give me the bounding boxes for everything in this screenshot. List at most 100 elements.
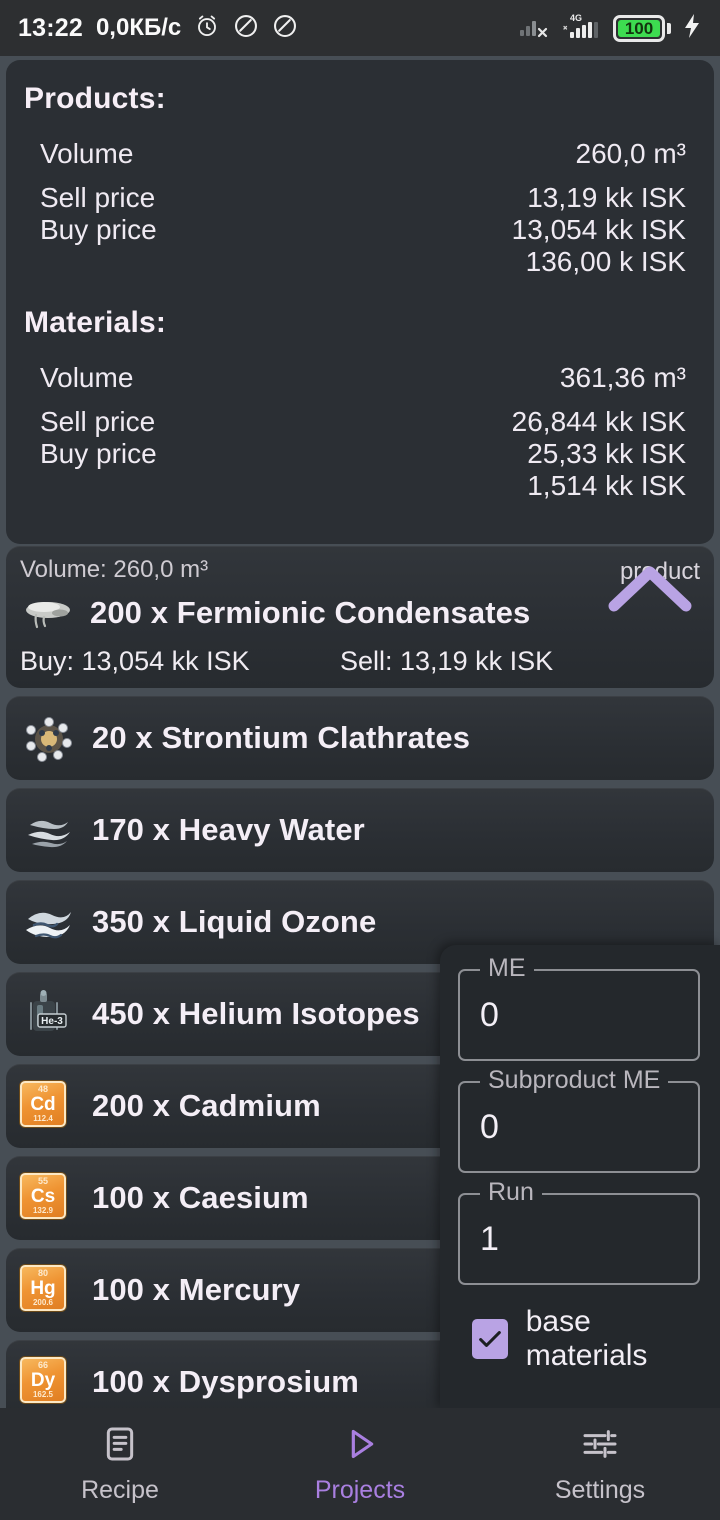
row-value: 1,514 kk ISK xyxy=(527,470,686,501)
nav-label: Settings xyxy=(554,1475,646,1504)
battery-indicator: 100 xyxy=(613,14,671,42)
product-tag-label: product xyxy=(619,558,700,585)
me-label: ME xyxy=(480,954,534,983)
element-symbol: Cd xyxy=(30,1094,56,1115)
check-icon xyxy=(479,1331,501,1347)
cadmium-element-icon: 48 Cd 112.4 xyxy=(20,1081,78,1131)
row-label: Buy price xyxy=(40,438,157,469)
row-value: 26,844 kk ISK xyxy=(511,406,686,437)
parameters-panel: 0 ME 0 Subproduct ME 1 Run base material… xyxy=(440,945,720,1410)
materials-volume-row: Volume 361,36 m³ xyxy=(24,362,696,394)
row-label: Volume xyxy=(40,362,134,393)
element-mass: 112.4 xyxy=(33,1114,53,1123)
element-number: 66 xyxy=(37,1360,48,1370)
element-symbol: Dy xyxy=(30,1370,56,1391)
signal-no-service-icon xyxy=(519,13,551,44)
row-label: Volume xyxy=(40,138,134,169)
row-value: 25,33 kk ISK xyxy=(527,438,686,469)
subproduct-me-field[interactable]: 0 Subproduct ME xyxy=(458,1066,700,1173)
subproduct-me-value[interactable]: 0 xyxy=(480,1108,499,1147)
element-symbol: Cs xyxy=(30,1186,56,1207)
mercury-element-icon: 80 Hg 200.6 xyxy=(20,1265,78,1315)
signal-bars-icon: 4G xyxy=(562,11,602,46)
caesium-element-icon: 55 Cs 132.9 xyxy=(20,1173,78,1223)
base-materials-checkbox[interactable] xyxy=(472,1319,508,1359)
product-name: 200 x Fermionic Condensates xyxy=(90,595,531,630)
item-name: 100 x Caesium xyxy=(92,1180,309,1215)
products-section-title: Products: xyxy=(24,82,166,115)
dysprosium-element-icon: 66 Dy 162.5 xyxy=(20,1357,78,1407)
battery-tip xyxy=(667,22,671,34)
liquid-ozone-icon xyxy=(20,897,78,947)
svg-text:4G: 4G xyxy=(570,13,582,23)
me-value[interactable]: 0 xyxy=(480,996,499,1035)
row-value: 13,054 kk ISK xyxy=(511,214,686,245)
do-not-disturb-icon xyxy=(272,13,298,44)
materials-section-title: Materials: xyxy=(24,306,167,339)
document-list-icon xyxy=(106,1427,134,1460)
heavy-water-icon xyxy=(20,805,78,855)
run-value[interactable]: 1 xyxy=(480,1220,499,1259)
status-time: 13:22 xyxy=(18,13,83,42)
element-number: 48 xyxy=(37,1084,48,1094)
network-speed-text: 0,0КБ/с xyxy=(95,14,182,41)
nav-item-recipe[interactable]: Recipe xyxy=(0,1424,240,1505)
item-name: 100 x Dysprosium xyxy=(92,1364,359,1399)
charging-bolt-icon xyxy=(682,13,702,44)
item-name: 170 x Heavy Water xyxy=(92,812,365,847)
list-item[interactable]: 20 x Strontium Clathrates xyxy=(6,696,714,780)
run-label: Run xyxy=(480,1178,542,1207)
helium-badge-text: He-3 xyxy=(41,1016,63,1027)
product-volume-label: Volume: 260,0 m³ xyxy=(20,556,209,583)
element-mass: 162.5 xyxy=(32,1390,54,1399)
products-sell-price-row: Sell price 13,19 kk ISK xyxy=(24,182,696,214)
row-value: 260,0 m³ xyxy=(575,138,687,169)
item-name: 450 x Helium Isotopes xyxy=(92,996,420,1031)
row-value: 136,00 k ISK xyxy=(525,246,686,277)
item-name: 100 x Mercury xyxy=(92,1272,301,1307)
bottom-navigation: Recipe Projects Settings xyxy=(0,1408,720,1520)
item-name: 350 x Liquid Ozone xyxy=(92,904,377,939)
base-materials-label: base materials xyxy=(525,1305,648,1372)
row-value: 361,36 m³ xyxy=(559,362,686,393)
item-name: 20 x Strontium Clathrates xyxy=(92,720,471,755)
row-value: 13,19 kk ISK xyxy=(527,182,686,213)
product-sell-price: Sell: 13,19 kk ISK xyxy=(340,646,554,676)
element-mass: 132.9 xyxy=(32,1206,54,1215)
element-number: 80 xyxy=(37,1268,48,1278)
nav-label: Recipe xyxy=(81,1475,159,1504)
products-volume-row: Volume 260,0 m³ xyxy=(24,138,696,170)
element-symbol: Hg xyxy=(30,1278,56,1299)
fermionic-condensates-icon xyxy=(20,588,78,638)
subproduct-me-label: Subproduct ME xyxy=(480,1066,669,1095)
list-item[interactable]: 170 x Heavy Water xyxy=(6,788,714,872)
materials-sell-price-row: Sell price 26,844 kk ISK xyxy=(24,406,696,438)
run-field[interactable]: 1 Run xyxy=(458,1178,700,1285)
nav-item-settings[interactable]: Settings xyxy=(480,1424,720,1505)
base-materials-row[interactable]: base materials xyxy=(472,1305,700,1373)
row-label: Sell price xyxy=(40,182,156,213)
product-buy-price: Buy: 13,054 kk ISK xyxy=(20,646,250,676)
products-buy-price-row: Buy price 13,054 kk ISK xyxy=(24,214,696,246)
strontium-clathrates-icon xyxy=(20,713,78,763)
summary-card: Products: Volume 260,0 m³ Sell price 13,… xyxy=(6,60,714,544)
materials-buy-price-row: Buy price 25,33 kk ISK xyxy=(24,438,696,470)
alarm-clock-icon xyxy=(194,13,220,44)
element-number: 55 xyxy=(37,1176,48,1186)
element-mass: 200.6 xyxy=(32,1298,54,1307)
helium-isotopes-icon: He-3 xyxy=(20,989,78,1039)
products-extra-row: 136,00 k ISK xyxy=(24,246,696,278)
battery-percent: 100 xyxy=(624,18,654,38)
item-name: 200 x Cadmium xyxy=(92,1088,321,1123)
status-bar: 13:22 0,0КБ/с 4G 100 xyxy=(0,0,720,56)
row-label: Sell price xyxy=(40,406,156,437)
play-triangle-icon xyxy=(351,1429,374,1458)
me-field[interactable]: 0 ME xyxy=(458,954,700,1061)
row-label: Buy price xyxy=(40,214,157,245)
tune-sliders-icon xyxy=(583,1429,617,1458)
nav-item-projects[interactable]: Projects xyxy=(240,1424,480,1505)
do-not-disturb-icon xyxy=(233,13,259,44)
nav-label: Projects xyxy=(314,1475,406,1504)
materials-extra-row: 1,514 kk ISK xyxy=(24,470,696,502)
product-card[interactable]: Volume: 260,0 m³ product 200 x Fermionic… xyxy=(6,546,714,688)
